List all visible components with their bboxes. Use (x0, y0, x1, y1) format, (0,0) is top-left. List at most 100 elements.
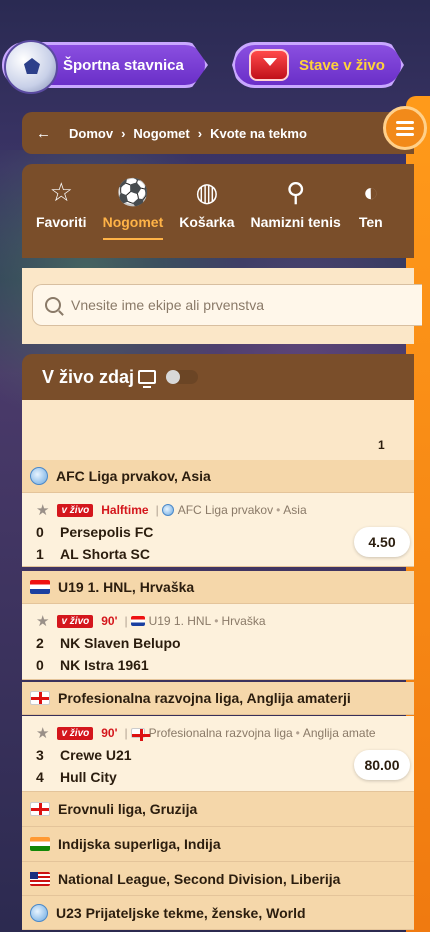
tab-tennis[interactable]: ◐ Ten (357, 164, 385, 258)
hamburger-line (396, 126, 414, 130)
match-row[interactable]: ★ v živo 90' | Profesionalna razvojna li… (22, 716, 414, 792)
georgia-flag-icon (30, 802, 50, 816)
live-now-title: V živo zdaj (42, 366, 135, 387)
search-input[interactable]: Vnesite ime ekipe ali prvenstva (32, 284, 422, 326)
league-header[interactable]: Profesionalna razvojna liga, Anglija ama… (22, 682, 414, 715)
star-icon[interactable]: ★ (36, 724, 49, 742)
home-team: 2 NK Slaven Belupo (36, 635, 181, 651)
sportsbook-label: Športna stavnica (63, 56, 184, 74)
league-header[interactable]: Erovnuli liga, Gruzija (22, 792, 414, 827)
live-betting-button[interactable]: Stave v živo (232, 42, 404, 88)
basketball-icon: ◍ (195, 176, 219, 207)
match-status: Halftime (101, 503, 149, 517)
croatia-flag-icon (130, 616, 145, 626)
away-score: 0 (36, 657, 44, 673)
table-tennis-icon: ⚲ (286, 176, 306, 207)
globe-flag-icon (30, 467, 48, 485)
croatia-flag-icon (30, 580, 50, 594)
star-icon: ☆ (49, 176, 73, 207)
away-team: 0 NK Istra 1961 (36, 657, 149, 673)
odd-button[interactable]: 80.00 (354, 750, 410, 780)
tv-icon (138, 370, 157, 388)
match-competition: U19 1. HNL (148, 614, 212, 628)
league-name: National League, Second Division, Liberi… (58, 870, 341, 887)
tab-label: Ten (358, 214, 383, 230)
tab-label: Košarka (179, 214, 235, 230)
away-team-name: AL Shorta SC (60, 546, 150, 562)
breadcrumb: ← Domov › Nogomet › Kvote na tekmo (22, 112, 414, 154)
league-name: Profesionalna razvojna liga, Anglija ama… (58, 690, 351, 706)
sports-tabs: ☆ Favoriti ⚽ Nogomet ◍ Košarka ⚲ Namizni… (22, 164, 414, 258)
search-icon (45, 297, 61, 313)
live-badge: v živo (57, 503, 94, 517)
odds-column-header: 1 (22, 400, 414, 460)
football-icon: ⚽ (116, 176, 150, 207)
league-header[interactable]: Indijska superliga, Indija (22, 827, 414, 862)
tab-label: Nogomet (102, 214, 164, 230)
league-name: U23 Prijateljske tekme, ženske, World (56, 904, 306, 921)
tab-favorites[interactable]: ☆ Favoriti (36, 164, 87, 258)
match-status: 90' (101, 614, 118, 628)
away-score: 4 (36, 769, 44, 785)
live-now-header: V živo zdaj (22, 354, 414, 400)
home-score: 2 (36, 635, 44, 651)
match-row[interactable]: ★ v živo Halftime | AFC Liga prvakov • A… (22, 493, 414, 567)
away-team: 4 Hull City (36, 769, 117, 785)
breadcrumb-item-match-odds: Kvote na tekmo (210, 125, 307, 141)
odd-button[interactable]: 4.50 (354, 527, 410, 557)
globe-flag-icon (161, 504, 174, 516)
football-icon (4, 40, 58, 94)
match-competition: AFC Liga prvakov (177, 503, 274, 517)
home-team: 0 Persepolis FC (36, 524, 153, 540)
league-header[interactable]: AFC Liga prvakov, Asia (22, 460, 414, 493)
liberia-flag-icon (30, 871, 50, 886)
home-team-name: Crewe U21 (60, 747, 132, 763)
league-name: Erovnuli liga, Gruzija (58, 801, 198, 817)
home-team-name: NK Slaven Belupo (60, 635, 181, 651)
match-region: Hrvaška (221, 614, 266, 628)
match-competition: Profesionalna razvojna liga (148, 726, 293, 740)
league-header[interactable]: U23 Prijateljske tekme, ženske, World (22, 896, 414, 930)
league-header[interactable]: U19 1. HNL, Hrvaška (22, 571, 414, 604)
column-label-1: 1 (378, 438, 385, 452)
star-icon[interactable]: ★ (36, 612, 49, 630)
england-flag-icon (130, 728, 150, 741)
india-flag-icon (30, 837, 50, 851)
england-flag-icon (30, 691, 50, 705)
league-header[interactable]: National League, Second Division, Liberi… (22, 862, 414, 896)
match-row[interactable]: ★ v živo 90' | U19 1. HNL • Hrvaška 2 NK … (22, 604, 414, 680)
search-placeholder: Vnesite ime ekipe ali prvenstva (71, 297, 264, 313)
tennis-icon: ◐ (362, 176, 379, 207)
tab-table-tennis[interactable]: ⚲ Namizni tenis (251, 164, 341, 258)
menu-button[interactable] (383, 106, 427, 150)
tab-football[interactable]: ⚽ Nogomet (102, 164, 164, 240)
live-toggle[interactable] (166, 370, 199, 384)
live-badge: v živo (57, 614, 94, 628)
tab-basketball[interactable]: ◍ Košarka (179, 164, 234, 258)
home-team: 3 Crewe U21 (36, 747, 132, 763)
star-icon[interactable]: ★ (36, 501, 49, 519)
match-status: 90' (101, 726, 118, 740)
back-arrow-icon[interactable]: ← (36, 125, 51, 142)
tab-label: Namizni tenis (250, 214, 341, 230)
away-team: 1 AL Shorta SC (36, 546, 150, 562)
breadcrumb-item-football[interactable]: Nogomet (133, 126, 189, 141)
tab-label: Favoriti (36, 214, 87, 230)
chevron-right-icon: › (197, 125, 203, 141)
league-name: AFC Liga prvakov, Asia (56, 468, 211, 484)
live-betting-label: Stave v živo (299, 56, 385, 74)
breadcrumb-item-home[interactable]: Domov (69, 126, 113, 141)
away-team-name: Hull City (60, 769, 117, 785)
match-region: Asia (283, 503, 307, 517)
match-region: Anglija amate (302, 726, 376, 740)
away-team-name: NK Istra 1961 (60, 657, 149, 673)
home-score: 0 (36, 524, 44, 540)
league-name: U19 1. HNL, Hrvaška (58, 579, 195, 595)
home-score: 3 (36, 747, 44, 763)
league-name: Indijska superliga, Indija (58, 836, 221, 852)
chevron-right-icon: › (121, 125, 126, 141)
live-badge: v živo (57, 726, 94, 740)
globe-flag-icon (30, 903, 48, 922)
away-score: 1 (36, 546, 44, 562)
search-area: Vnesite ime ekipe ali prvenstva (22, 268, 422, 344)
